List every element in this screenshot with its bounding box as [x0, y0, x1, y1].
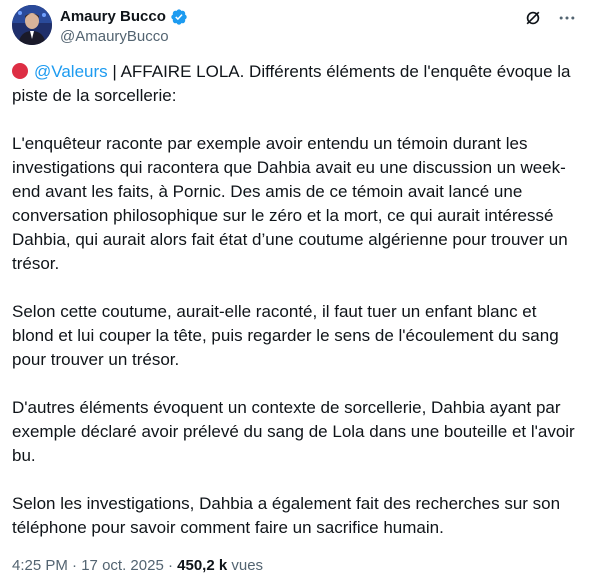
verified-badge-icon [170, 8, 188, 26]
mention-link[interactable]: @Valeurs [34, 62, 108, 81]
tweet-time[interactable]: 4:25 PM [12, 557, 68, 574]
tweet-paragraph-1: @Valeurs | AFFAIRE LOLA. Différents élém… [12, 60, 582, 108]
tweet-meta: 4:25 PM · 17 oct. 2025 · 450,2 k vues [12, 556, 263, 576]
avatar[interactable] [12, 5, 52, 45]
avatar-image [12, 5, 52, 45]
views-count: 450,2 k [177, 557, 228, 574]
tweet-text: @Valeurs | AFFAIRE LOLA. Différents élém… [12, 60, 582, 564]
tweet: Amaury Bucco @AmauryBucco @Valeurs | AFF [0, 0, 593, 586]
tweet-date[interactable]: 17 oct. 2025 [81, 557, 164, 574]
tweet-paragraph-5: Selon les investigations, Dahbia a égale… [12, 494, 565, 537]
author-handle[interactable]: @AmauryBucco [60, 27, 169, 47]
views-label: vues [227, 557, 264, 574]
author-name-row: Amaury Bucco [60, 7, 188, 27]
meta-separator-2: · [163, 557, 178, 574]
meta-separator: · [67, 557, 82, 574]
tweet-paragraph-3: Selon cette coutume, aurait-elle raconté… [12, 302, 564, 369]
author-display-name[interactable]: Amaury Bucco [60, 7, 166, 27]
grok-icon[interactable] [521, 6, 545, 30]
red-circle-emoji [12, 63, 28, 79]
tweet-actions-top [521, 6, 579, 30]
tweet-paragraph-4: D'autres éléments évoquent un contexte d… [12, 398, 580, 465]
tweet-paragraph-2: L'enquêteur raconte par exemple avoir en… [12, 134, 573, 273]
more-options-icon[interactable] [555, 6, 579, 30]
